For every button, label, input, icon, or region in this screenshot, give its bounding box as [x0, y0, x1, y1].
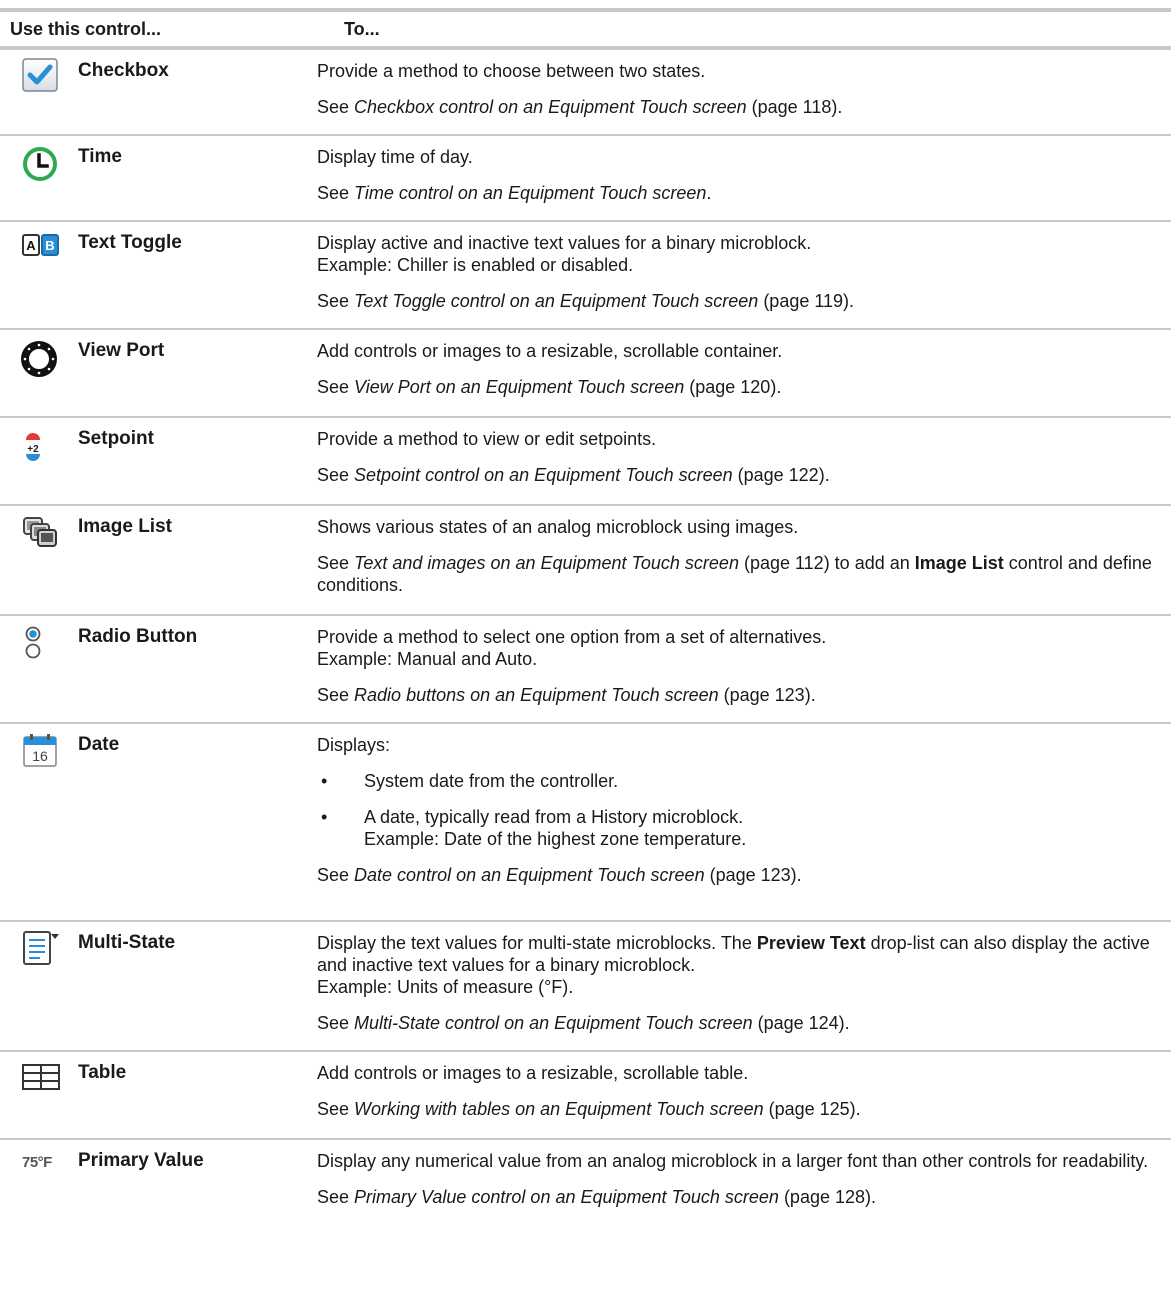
radio-button-icon: [25, 626, 41, 659]
cross-reference-link[interactable]: Text Toggle control on an Equipment Touc…: [354, 291, 758, 311]
image-list-icon: [23, 517, 57, 547]
cross-reference-link[interactable]: Working with tables on an Equipment Touc…: [354, 1099, 764, 1119]
cross-reference-link[interactable]: Primary Value control on an Equipment To…: [354, 1187, 779, 1207]
control-description: Provide a method to view or edit setpoin…: [317, 429, 657, 449]
control-name: Image List: [78, 516, 172, 537]
table-row: Time Display time of day. See Time contr…: [0, 136, 1171, 222]
see-also: See Working with tables on an Equipment …: [317, 1099, 861, 1119]
control-description: Display any numerical value from an anal…: [317, 1151, 1149, 1171]
see-also: See Primary Value control on an Equipmen…: [317, 1187, 877, 1207]
control-example: Example: Chiller is enabled or disabled.: [317, 255, 634, 275]
list-item: • System date from the controller.: [321, 771, 619, 791]
control-name: Time: [78, 146, 123, 167]
header-col-purpose: To...: [344, 18, 380, 39]
control-description: Shows various states of an analog microb…: [317, 517, 799, 537]
checkbox-icon: [22, 58, 58, 92]
control-name: Text Toggle: [78, 232, 182, 253]
primary-value-icon: 75°F: [22, 1154, 52, 1171]
table-header: Use this control... To...: [0, 12, 1171, 50]
svg-text:A: A: [26, 238, 36, 253]
see-also: See Text and images on an Equipment Touc…: [317, 553, 1152, 595]
table-row: Table Add controls or images to a resiza…: [0, 1052, 1171, 1140]
control-name: Radio Button: [78, 626, 198, 647]
controls-table: Use this control... To... Checkbox Provi…: [0, 8, 1171, 1248]
table-row: A B Text Toggle Display active and inact…: [0, 222, 1171, 330]
control-description: Display time of day.: [317, 147, 473, 167]
clock-icon: [23, 147, 57, 181]
cross-reference-link[interactable]: Setpoint control on an Equipment Touch s…: [354, 465, 733, 485]
see-also: See Checkbox control on an Equipment Tou…: [317, 97, 843, 117]
setpoint-icon: +2: [26, 433, 40, 461]
table-icon: [22, 1064, 60, 1090]
cross-reference-link[interactable]: Checkbox control on an Equipment Touch s…: [354, 97, 747, 117]
control-name: View Port: [78, 340, 165, 361]
control-description: Add controls or images to a resizable, s…: [317, 341, 783, 361]
header-col-control: Use this control...: [10, 18, 162, 39]
cross-reference-link[interactable]: Multi-State control on an Equipment Touc…: [354, 1013, 753, 1033]
see-also: See Text Toggle control on an Equipment …: [317, 291, 855, 311]
text-toggle-icon: A B: [22, 234, 59, 256]
calendar-icon: 16: [23, 734, 57, 767]
list-item: • A date, typically read from a History m…: [321, 807, 747, 849]
control-name: Setpoint: [78, 428, 154, 449]
control-example: Example: Manual and Auto.: [317, 649, 538, 669]
see-also: See Multi-State control on an Equipment …: [317, 1013, 850, 1033]
table-row: Multi-State Display the text values for …: [0, 922, 1171, 1052]
see-also: See Radio buttons on an Equipment Touch …: [317, 685, 816, 705]
cross-reference-link[interactable]: Date control on an Equipment Touch scree…: [354, 865, 705, 885]
table-row: 16 Date Displays: • System date from the …: [0, 724, 1171, 922]
cross-reference-link[interactable]: View Port on an Equipment Touch screen: [354, 377, 684, 397]
control-name: Checkbox: [78, 60, 169, 81]
calendar-day: 16: [32, 748, 48, 764]
table-row: +2 Setpoint Provide a method to view or …: [0, 418, 1171, 506]
multi-state-icon: [23, 931, 59, 965]
control-description: Display active and inactive text values …: [317, 233, 812, 253]
table-row: Radio Button Provide a method to select …: [0, 616, 1171, 724]
control-name: Primary Value: [78, 1150, 204, 1171]
control-description: Provide a method to choose between two s…: [317, 61, 706, 81]
table-row: Checkbox Provide a method to choose betw…: [0, 50, 1171, 136]
see-also: See Date control on an Equipment Touch s…: [317, 865, 802, 885]
control-example: Example: Units of measure (°F).: [317, 977, 574, 997]
svg-text:+2: +2: [27, 444, 39, 455]
see-also: See Setpoint control on an Equipment Tou…: [317, 465, 830, 485]
control-description: Add controls or images to a resizable, s…: [317, 1063, 749, 1083]
see-also: See View Port on an Equipment Touch scre…: [317, 377, 782, 397]
control-name: Table: [78, 1062, 127, 1083]
cross-reference-link[interactable]: Text and images on an Equipment Touch sc…: [354, 553, 739, 573]
cross-reference-link[interactable]: Time control on an Equipment Touch scree…: [354, 183, 706, 203]
control-name: Date: [78, 734, 120, 755]
table-row: 75°F Primary Value Display any numerical…: [0, 1140, 1171, 1248]
control-name: Multi-State: [78, 932, 176, 953]
control-description: Display the text values for multi-state …: [317, 933, 757, 953]
cross-reference-link[interactable]: Radio buttons on an Equipment Touch scre…: [354, 685, 719, 705]
see-also: See Time control on an Equipment Touch s…: [317, 183, 712, 203]
table-row: Image List Shows various states of an an…: [0, 506, 1171, 616]
svg-text:B: B: [45, 238, 54, 253]
control-description: Displays:: [317, 735, 391, 755]
view-port-icon: [21, 341, 57, 377]
table-row: View Port Add controls or images to a re…: [0, 330, 1171, 418]
control-description: Provide a method to select one option fr…: [317, 627, 827, 647]
